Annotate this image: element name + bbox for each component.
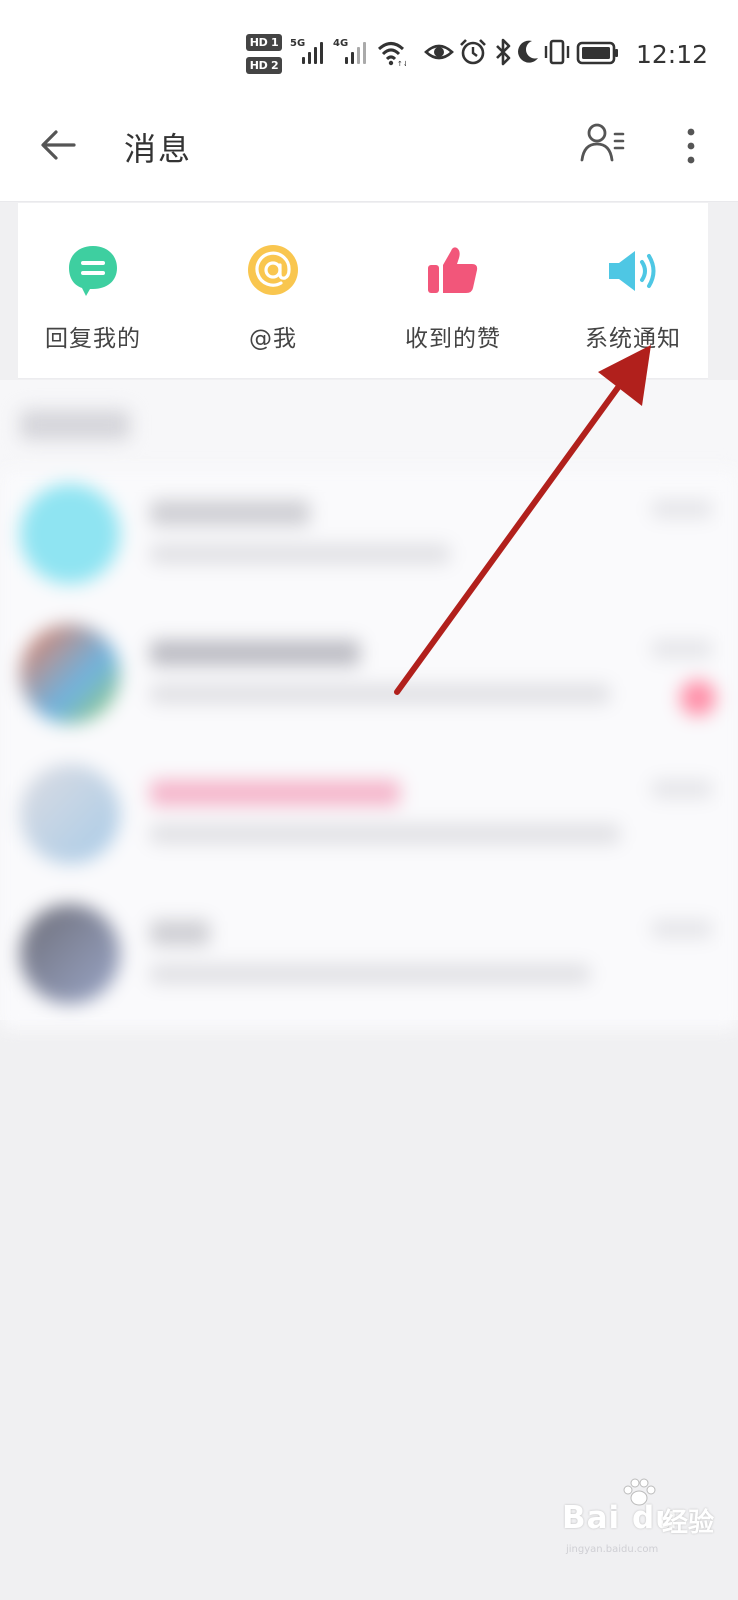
conversation-time <box>652 920 712 938</box>
shortcut-likes[interactable]: 收到的赞 <box>378 243 528 363</box>
conversation-list <box>0 380 738 1030</box>
speaker-icon <box>609 251 656 291</box>
section-header <box>20 410 130 440</box>
shortcut-label-likes: 收到的赞 <box>405 326 501 352</box>
signal-4g-icon: 4G <box>333 38 373 66</box>
hd-badges: HD 1 HD 2 <box>246 34 282 76</box>
alarm-icon <box>460 39 486 65</box>
list-item[interactable] <box>0 890 738 1030</box>
shortcut-label-system: 系统通知 <box>585 326 681 352</box>
back-arrow-icon[interactable] <box>36 122 82 168</box>
list-item[interactable] <box>0 750 738 890</box>
conversation-preview <box>150 684 610 704</box>
shortcut-reply-me[interactable]: 回复我的 <box>18 243 168 363</box>
avatar <box>20 484 120 584</box>
message-shortcuts: 回复我的 @我 收到的赞 系统通知 <box>18 203 708 379</box>
hd-badge-2: HD 2 <box>246 57 282 74</box>
battery-icon <box>576 41 618 65</box>
avatar <box>20 624 120 724</box>
moon-icon <box>518 40 538 63</box>
eye-icon <box>424 44 454 60</box>
avatar <box>20 904 120 1004</box>
hd-badge-1: HD 1 <box>246 34 282 51</box>
clock: 12:12 <box>636 40 709 69</box>
conversation-name <box>150 640 360 666</box>
conversation-time <box>652 640 712 658</box>
conversation-name <box>150 780 400 806</box>
thumbs-up-icon <box>428 247 478 293</box>
watermark-brand-cn: 经验 <box>662 1508 715 1538</box>
page-title: 消息 <box>124 130 193 168</box>
conversation-time <box>652 500 712 518</box>
contacts-icon[interactable] <box>578 118 628 168</box>
list-item[interactable] <box>0 610 738 750</box>
wifi-icon: ↑↓ <box>377 42 406 68</box>
signal-5g-icon: 5G <box>290 38 330 66</box>
baidu-jingyan-watermark: Bai du 经验 jingyan.baidu.com <box>562 1478 722 1568</box>
more-vertical-icon[interactable] <box>676 124 706 168</box>
vibrate-icon <box>544 39 570 65</box>
conversation-preview <box>150 824 620 844</box>
at-icon <box>248 245 298 295</box>
conversation-name <box>150 920 210 946</box>
conversation-preview <box>150 544 450 564</box>
svg-text:↑↓: ↑↓ <box>397 60 406 68</box>
reply-bubble-icon <box>69 246 117 296</box>
avatar <box>20 764 120 864</box>
watermark-url: jingyan.baidu.com <box>566 1544 659 1555</box>
app-header: 消息 <box>0 100 738 202</box>
list-item[interactable] <box>0 470 738 610</box>
shortcut-system-notice[interactable]: 系统通知 <box>558 243 708 363</box>
screen: HD 1 HD 2 5G 4G ↑↓ 12:12 消息 回复我的 @我 收到的赞… <box>0 0 738 1600</box>
unread-badge <box>680 680 716 716</box>
conversation-name <box>150 500 310 526</box>
conversation-preview <box>150 964 590 984</box>
status-bar: HD 1 HD 2 5G 4G ↑↓ 12:12 <box>0 0 738 100</box>
conversation-time <box>652 780 712 798</box>
watermark-brand: Bai du <box>562 1500 679 1536</box>
shortcut-at-me[interactable]: @我 <box>198 243 348 363</box>
shortcut-label-at: @我 <box>249 326 297 352</box>
shortcut-label-reply: 回复我的 <box>45 326 141 352</box>
